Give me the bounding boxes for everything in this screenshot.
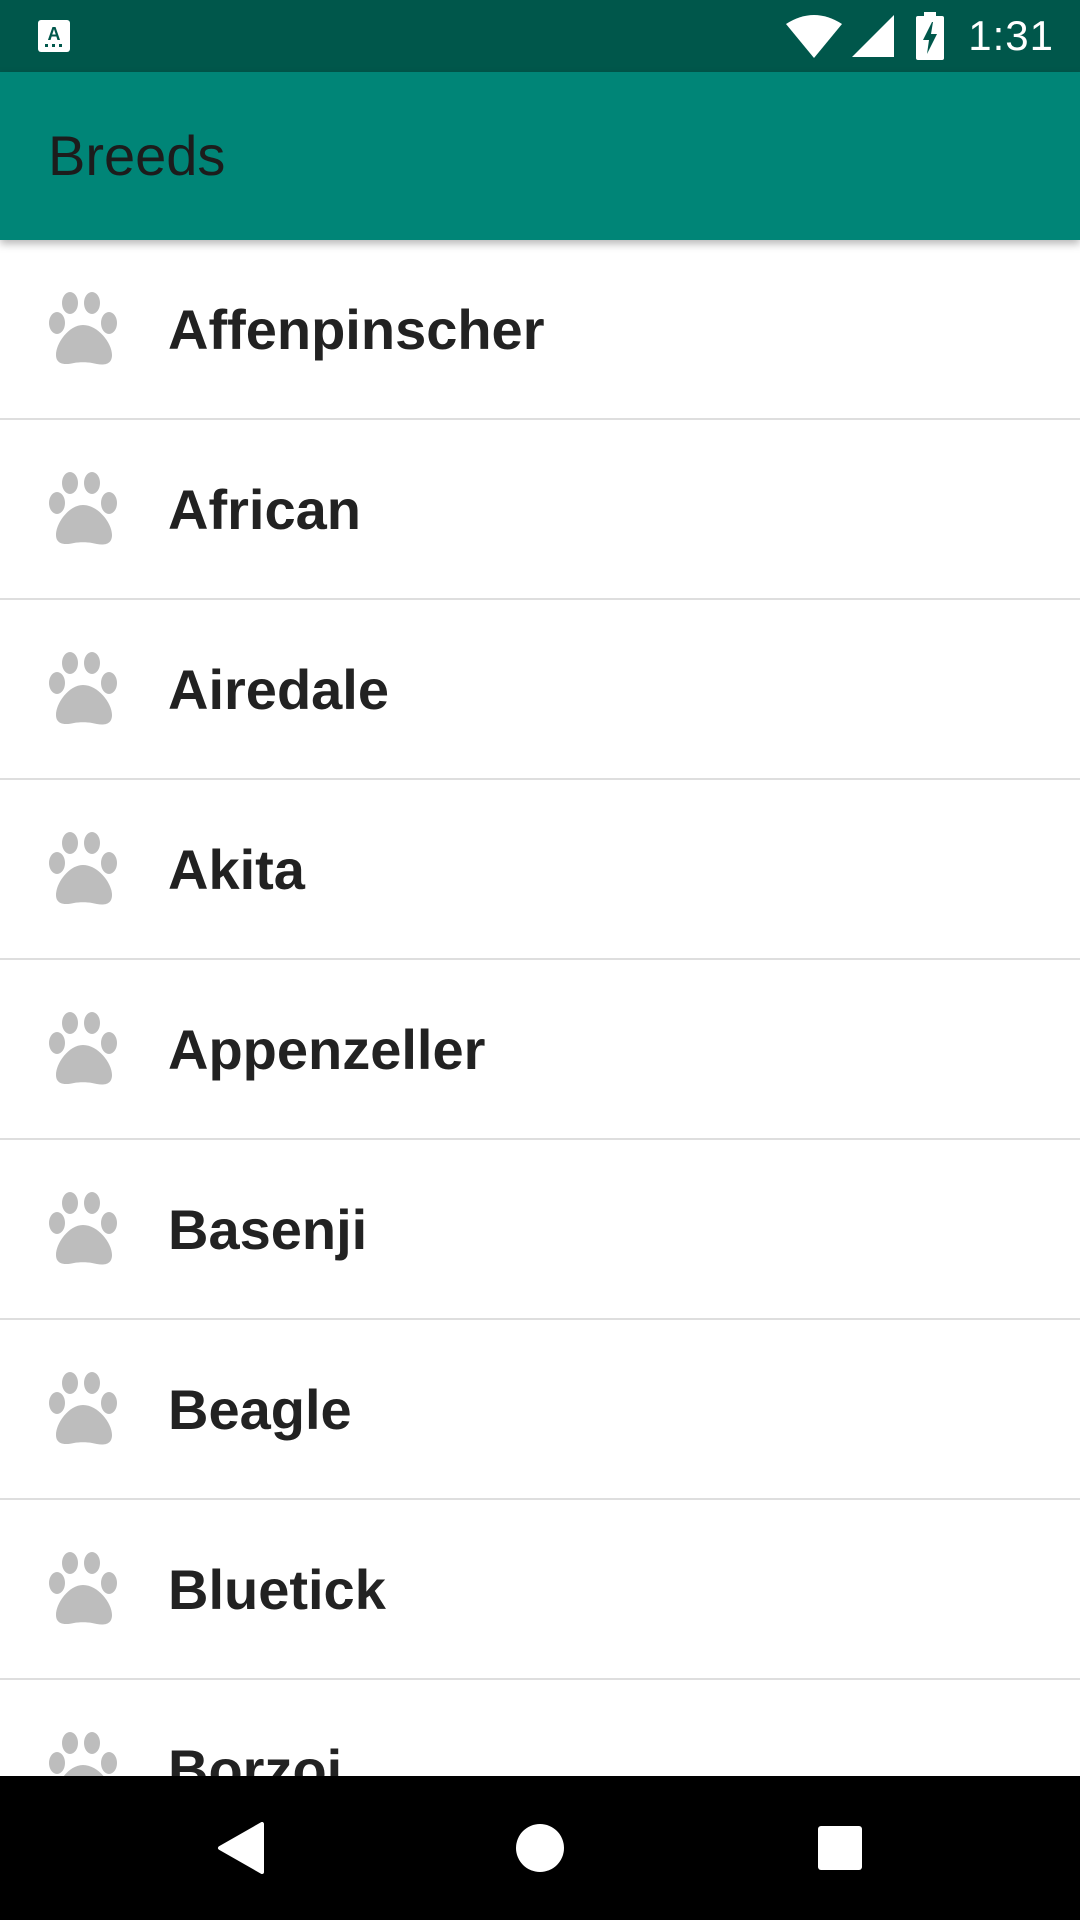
status-time: 1:31 [968, 12, 1054, 59]
breed-name: Bluetick [168, 1557, 386, 1621]
list-item[interactable]: Airedale [0, 600, 1080, 780]
signal-icon [852, 15, 895, 57]
paw-icon [49, 1192, 117, 1265]
list-item[interactable]: Beagle [0, 1320, 1080, 1500]
status-icons: 1:31 [786, 0, 1054, 72]
keyboard-icon: A [38, 20, 70, 52]
breed-list[interactable]: Affenpinscher African Airedale Akita App… [0, 240, 1080, 1776]
breed-name: Borzoi [168, 1737, 343, 1777]
paw-icon [49, 832, 117, 905]
list-item[interactable]: Affenpinscher [0, 240, 1080, 420]
breed-name: Beagle [168, 1377, 352, 1441]
paw-icon [49, 472, 117, 545]
app-bar: Breeds [0, 72, 1080, 240]
svg-text:A: A [48, 24, 61, 44]
status-bar: A 1:31 [0, 0, 1080, 72]
page-title: Breeds [48, 124, 226, 187]
breed-name: Appenzeller [168, 1017, 486, 1081]
list-item[interactable]: African [0, 420, 1080, 600]
paw-icon [49, 1372, 117, 1445]
paw-icon [49, 1012, 117, 1085]
recents-icon [818, 1826, 862, 1870]
list-item[interactable]: Akita [0, 780, 1080, 960]
back-icon [218, 1822, 264, 1874]
navigation-bar [0, 1776, 1080, 1920]
list-item[interactable]: Basenji [0, 1140, 1080, 1320]
paw-icon [49, 292, 117, 365]
paw-icon [49, 652, 117, 725]
list-item[interactable]: Appenzeller [0, 960, 1080, 1140]
breed-name: African [168, 477, 361, 541]
wifi-icon [786, 15, 843, 58]
list-item[interactable]: Borzoi [0, 1680, 1080, 1776]
breed-name: Airedale [168, 657, 389, 721]
paw-icon [49, 1732, 117, 1776]
recents-button[interactable] [760, 1776, 920, 1920]
paw-icon [49, 1552, 117, 1625]
battery-charging-icon [916, 12, 945, 60]
home-button[interactable] [460, 1776, 620, 1920]
home-icon [516, 1824, 564, 1872]
breed-name: Akita [168, 837, 305, 901]
screen: A 1:31 Breeds Affenpinscher African Aire… [0, 0, 1080, 1920]
back-button[interactable] [160, 1776, 320, 1920]
breed-name: Affenpinscher [168, 297, 545, 361]
breed-name: Basenji [168, 1197, 368, 1261]
list-item[interactable]: Bluetick [0, 1500, 1080, 1680]
